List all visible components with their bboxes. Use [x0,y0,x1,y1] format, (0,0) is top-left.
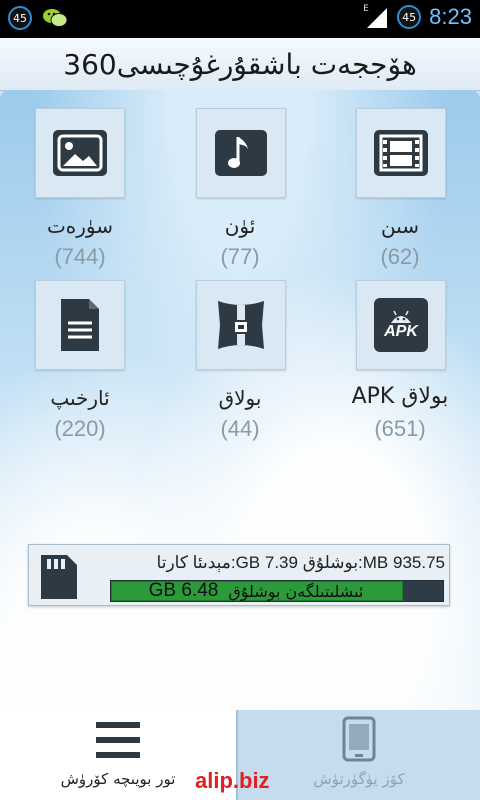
notification-badge: 45 [8,6,32,30]
category-images-label: سۈرەت [46,214,114,238]
watermark: alip.biz [195,768,270,793]
category-apk-button[interactable]: APK [356,280,446,370]
category-documents-label: ئارخىپ [50,386,110,410]
category-documents-count: (220) [54,416,106,441]
category-packages-count: (44) [220,416,260,441]
document-icon [57,297,103,353]
clock: 8:23 [429,4,472,29]
category-images-button[interactable] [35,108,125,198]
storage-info: مېدىئا كارتا:GB 7.39 بوشلۇق:MB 935.75 [156,553,445,572]
package-icon [216,297,266,353]
tab-browse-label: كۆز يۈگۈرتۈش [313,770,405,788]
battery-badge: 45 [397,5,422,29]
storage-used-value: GB 6.48 [148,580,219,601]
category-images-count: (744) [54,244,106,269]
phone-icon [342,716,376,766]
image-icon [53,130,107,176]
category-apk-count: (651) [374,416,426,441]
category-video-label: سىن [380,214,420,238]
category-video-button[interactable] [356,108,446,198]
chat-icon [42,6,68,30]
tab-browse[interactable]: كۆز يۈگۈرتۈش [236,710,480,800]
music-note-icon [215,130,267,176]
storage-used-label: ئىشلىتىلگەن بوشلۇق [228,581,364,601]
category-packages-button[interactable] [196,280,286,370]
category-video-count: (62) [380,244,420,269]
storage-progress-bar: GB 6.48 ئىشلىتىلگەن بوشلۇق [110,580,444,602]
status-bar: 45 E 45 8:23 [0,0,480,38]
menu-icon [96,718,140,766]
category-music-label: ئۈن [224,214,256,238]
sd-card-icon [39,553,79,601]
category-music-count: (77) [220,244,260,269]
film-icon [374,130,428,176]
apk-icon: APK [374,298,428,352]
category-apk-label: APK بولاق [351,384,449,409]
category-music-button[interactable] [196,108,286,198]
signal-icon: E [363,4,389,28]
page-title: 360ھۆججەت باشقۇرغۇچىسى [0,38,480,91]
category-packages-label: بولاق [218,386,262,410]
category-documents-button[interactable] [35,280,125,370]
